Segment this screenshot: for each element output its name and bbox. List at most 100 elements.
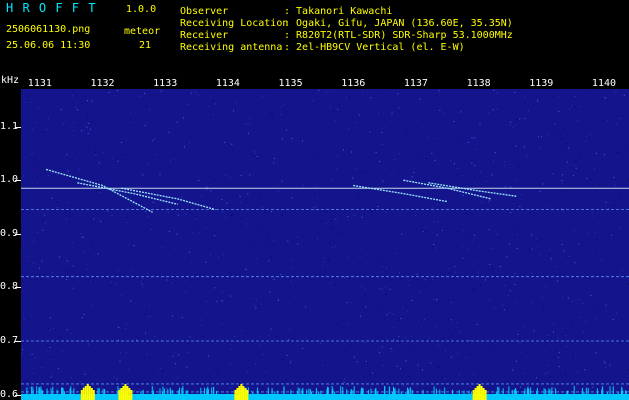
noise-spike (392, 392, 394, 394)
x-tick-label: 1132 (90, 78, 115, 89)
signal-burst (84, 386, 87, 400)
noise-spike (277, 390, 279, 394)
x-tick-label: 1136 (341, 78, 366, 89)
noise-spike (352, 390, 354, 394)
noise-spike (398, 388, 400, 394)
noise-spike (211, 387, 213, 394)
noise-spike (163, 388, 165, 394)
noise-spike (117, 386, 119, 394)
meteor-label: meteor (124, 26, 161, 37)
signal-burst (122, 386, 125, 400)
noise-spike (544, 389, 546, 394)
noise-spike (299, 388, 301, 394)
x-tick-label: 1138 (466, 78, 491, 89)
noise-spike (61, 387, 63, 394)
signal-burst (124, 384, 127, 400)
noise-spike (511, 389, 513, 394)
noise-spike (186, 390, 188, 394)
noise-spike (252, 391, 254, 394)
signal-burst (246, 390, 249, 400)
noise-spike (407, 387, 408, 394)
header-panel: H R O F F T 1.0.0 2506061130.png 25.06.0… (0, 0, 629, 76)
noise-spike (98, 388, 100, 394)
x-tick-label: 1137 (403, 78, 428, 89)
signal-burst (244, 388, 247, 400)
noise-spike (370, 388, 372, 394)
noise-spike (38, 387, 40, 394)
noise-spike (394, 388, 396, 394)
noise-spike (52, 386, 54, 394)
noise-spike (320, 390, 322, 394)
noise-spike (104, 389, 106, 394)
noise-spike (206, 388, 208, 394)
noise-spike (140, 391, 142, 394)
noise-spike (40, 389, 42, 394)
signal-burst (482, 388, 485, 400)
noise-spike (502, 388, 504, 394)
noise-spike (393, 388, 395, 394)
noise-spike (181, 388, 183, 394)
spectrogram-plot (21, 89, 629, 400)
receiver-label: Receiver (180, 30, 229, 41)
noise-spike (153, 390, 154, 394)
noise-spike (612, 386, 614, 394)
noise-spike (267, 387, 269, 394)
noise-spike (185, 390, 187, 394)
app-version: 1.0.0 (126, 4, 157, 15)
x-tick-label: 1134 (215, 78, 240, 89)
noise-spike (508, 386, 510, 394)
signal-burst (90, 388, 93, 400)
noise-spike (50, 388, 52, 394)
signal-burst (472, 390, 475, 400)
signal-burst (484, 390, 487, 400)
noise-spike (207, 386, 209, 394)
noise-spike (581, 387, 583, 394)
signal-burst (80, 390, 83, 400)
noise-spike (523, 391, 525, 394)
noise-spike (543, 388, 545, 394)
noise-spike (171, 389, 173, 394)
noise-spike (528, 388, 530, 394)
noise-spike (216, 390, 217, 394)
noise-spike (470, 391, 472, 394)
noise-spike (170, 389, 172, 394)
noise-spike (204, 387, 205, 394)
noise-spike (290, 389, 292, 394)
signal-burst (236, 388, 239, 400)
noise-spike (182, 386, 184, 394)
noise-texture (21, 89, 629, 400)
signal-burst (240, 384, 243, 400)
noise-spike (310, 389, 312, 394)
noise-spike (495, 391, 497, 394)
location-label: Receiving Location (180, 18, 289, 29)
meteor-count: 21 (139, 40, 152, 51)
noise-spike (177, 390, 179, 394)
file-name: 2506061130.png (6, 24, 91, 35)
noise-spike (439, 389, 441, 394)
noise-spike (435, 388, 437, 394)
noise-spike (468, 390, 470, 394)
signal-burst (128, 388, 131, 400)
signal-burst (234, 390, 237, 400)
noise-spike (376, 391, 378, 394)
signal-burst (480, 386, 483, 400)
meteor-trace (77, 182, 178, 205)
noise-spike (452, 389, 453, 394)
noise-spike (374, 389, 376, 394)
noise-spike (405, 392, 407, 394)
observer-label: Observer (180, 6, 229, 17)
noise-spike (353, 386, 355, 394)
receiver-value: : R820T2(RTL-SDR) SDR-Sharp 53.1000MHz (284, 30, 513, 41)
x-tick-label: 1131 (27, 78, 52, 89)
noise-spike (271, 388, 273, 394)
signal-burst (130, 390, 133, 400)
signal-burst (82, 388, 85, 400)
x-tick-label: 1133 (153, 78, 178, 89)
noise-spike (70, 386, 72, 394)
signal-burst (474, 388, 477, 400)
noise-spike (497, 386, 499, 394)
noise-spike (530, 387, 532, 394)
noise-spike (61, 387, 62, 394)
noise-spike (142, 389, 144, 394)
signal-burst (476, 386, 479, 400)
